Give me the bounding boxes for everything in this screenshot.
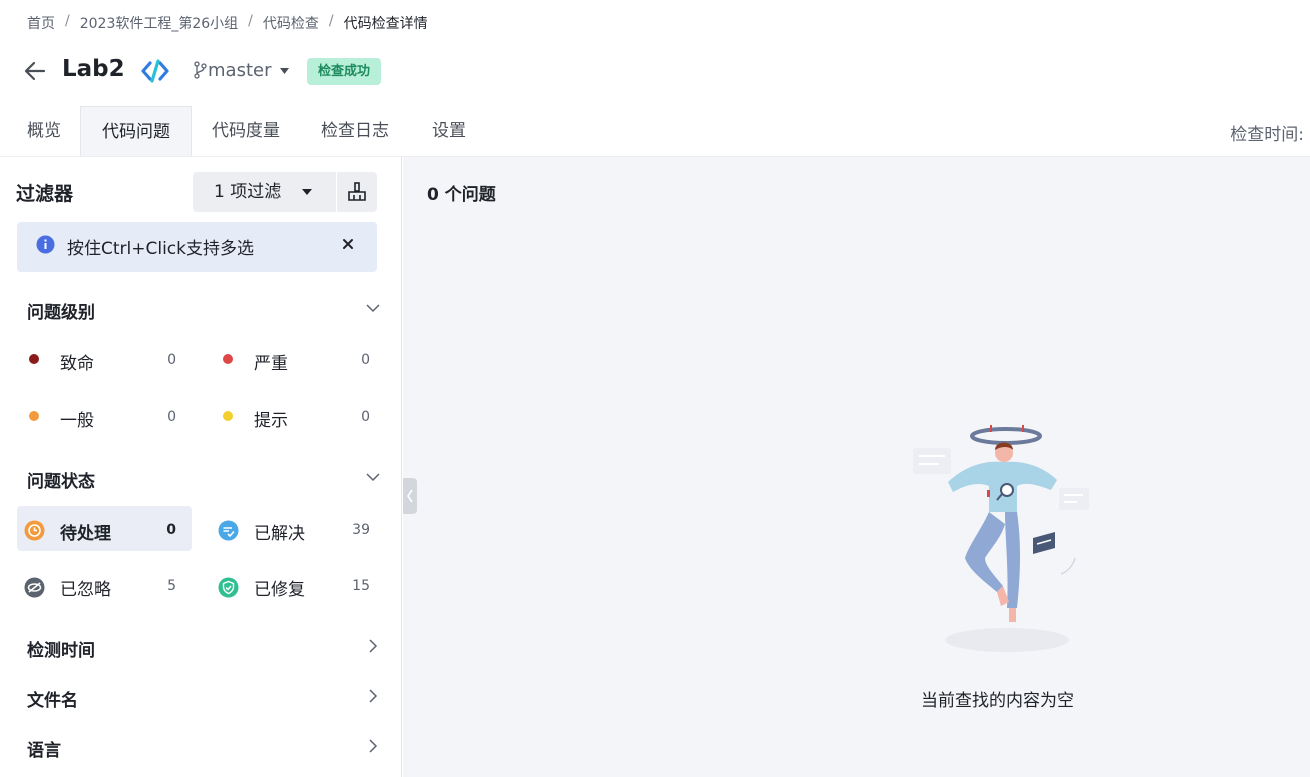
section-detect-time[interactable]: 检测时间: [27, 636, 95, 661]
branch-selector[interactable]: master: [208, 60, 271, 81]
clock-icon: [24, 520, 45, 541]
chevron-right-icon[interactable]: [366, 689, 380, 703]
severity-fatal-count: 0: [167, 352, 176, 368]
status-resolved-count: 39: [352, 522, 370, 538]
close-icon[interactable]: [340, 236, 356, 252]
info-icon: [36, 235, 55, 254]
breadcrumb-code-check[interactable]: 代码检查: [263, 13, 319, 33]
status-ignored-count: 5: [167, 578, 176, 594]
severity-hint[interactable]: 提示: [254, 406, 288, 431]
panel-collapse-handle[interactable]: [403, 478, 417, 514]
code-check-logo-icon: [141, 59, 169, 83]
eye-off-icon: [24, 577, 45, 598]
issues-panel: [403, 157, 1310, 777]
breadcrumb-team[interactable]: 2023软件工程_第26小组: [80, 13, 238, 33]
severity-normal[interactable]: 一般: [60, 406, 94, 431]
status-pending[interactable]: 待处理: [60, 519, 111, 544]
caret-down-icon: [302, 189, 312, 195]
filter-dropdown-button[interactable]: 1 项过滤: [193, 172, 336, 212]
severity-fatal[interactable]: 致命: [60, 349, 94, 374]
tab-bar: 概览 代码问题 代码度量 检查日志 设置: [0, 106, 1310, 156]
status-resolved[interactable]: 已解决: [254, 519, 305, 544]
severity-hint-dot: [223, 411, 233, 421]
chevron-down-icon[interactable]: [366, 301, 380, 315]
severity-serious-count: 0: [361, 352, 370, 368]
empty-state-text: 当前查找的内容为空: [921, 691, 1074, 711]
severity-fatal-dot: [29, 354, 39, 364]
tab-code-metrics[interactable]: 代码度量: [192, 106, 300, 156]
check-list-icon: [218, 520, 239, 541]
section-file-name[interactable]: 文件名: [27, 686, 78, 711]
status-section-title[interactable]: 问题状态: [27, 467, 95, 492]
filter-button-label: 1 项过滤: [214, 182, 282, 202]
tab-code-issues[interactable]: 代码问题: [80, 106, 192, 156]
chevron-down-icon[interactable]: [279, 67, 290, 75]
issues-count: 0 个问题: [427, 185, 496, 205]
tip-text: 按住Ctrl+Click支持多选: [67, 239, 254, 259]
empty-state-illustration: [913, 425, 1089, 652]
severity-serious-dot: [223, 354, 233, 364]
status-badge: 检查成功: [307, 58, 382, 85]
section-language[interactable]: 语言: [27, 736, 61, 761]
status-ignored[interactable]: 已忽略: [60, 575, 111, 600]
severity-normal-dot: [29, 411, 39, 421]
filter-title: 过滤器: [16, 183, 74, 205]
breadcrumb-home[interactable]: 首页: [27, 13, 55, 33]
tab-check-log[interactable]: 检查日志: [300, 106, 410, 156]
chevron-right-icon[interactable]: [366, 739, 380, 753]
chevron-left-icon: [407, 489, 413, 503]
status-pending-count: 0: [166, 522, 176, 538]
branch-icon: [194, 61, 207, 79]
severity-section-title[interactable]: 问题级别: [27, 298, 95, 323]
chevron-down-icon[interactable]: [366, 470, 380, 484]
severity-normal-count: 0: [167, 409, 176, 425]
broom-icon: [348, 182, 366, 201]
breadcrumb-separator: /: [328, 13, 334, 29]
clear-filter-button[interactable]: [337, 172, 377, 212]
severity-serious[interactable]: 严重: [254, 349, 288, 374]
back-arrow-icon[interactable]: [22, 58, 48, 84]
project-title: Lab2: [62, 56, 125, 82]
status-fixed[interactable]: 已修复: [254, 575, 305, 600]
check-time-label: 检查时间:: [1230, 125, 1304, 145]
breadcrumb-separator: /: [65, 13, 70, 29]
tab-overview[interactable]: 概览: [8, 106, 80, 156]
breadcrumb-separator: /: [248, 13, 253, 29]
chevron-right-icon[interactable]: [366, 639, 380, 653]
shield-check-icon: [218, 577, 239, 598]
tab-settings[interactable]: 设置: [410, 106, 488, 156]
breadcrumb: 首页 / 2023软件工程_第26小组 / 代码检查 / 代码检查详情: [27, 13, 428, 33]
breadcrumb-current: 代码检查详情: [343, 16, 428, 32]
status-fixed-count: 15: [352, 578, 370, 594]
severity-hint-count: 0: [361, 409, 370, 425]
